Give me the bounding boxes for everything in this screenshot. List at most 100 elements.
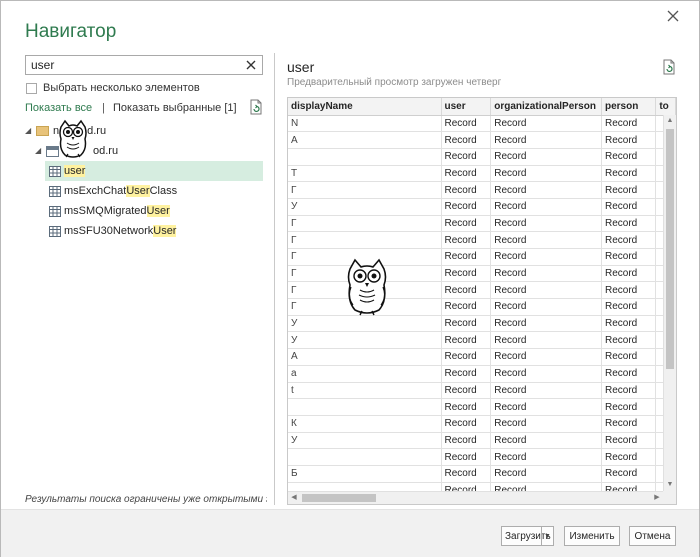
cell-record[interactable]: Record [601,415,657,433]
cell-record[interactable]: Record [490,398,602,416]
cell-record[interactable]: Record [441,398,492,416]
cell-record[interactable]: Record [441,165,492,183]
cell-displayname[interactable]: Г [288,181,442,199]
cell-record[interactable]: Record [490,348,602,366]
show-all-link[interactable]: Показать все [25,102,92,114]
table-row[interactable]: RecordRecordRecord [288,398,676,416]
cell-record[interactable]: Record [601,398,657,416]
cell-record[interactable]: Record [601,231,657,249]
cell-record[interactable]: Record [441,415,492,433]
load-options-dropdown-icon[interactable]: ▼ [541,527,553,545]
cell-record[interactable]: Record [441,465,492,483]
search-box[interactable] [25,55,263,75]
cell-record[interactable]: Record [601,181,657,199]
column-header-organizationalperson[interactable]: organizationalPerson [490,98,602,116]
table-row[interactable]: RecordRecordRecord [288,448,676,466]
table-row[interactable]: RecordRecordRecord [288,148,676,166]
cell-record[interactable]: Record [490,131,602,149]
cell-record[interactable]: Record [441,198,492,216]
cell-record[interactable]: Record [601,348,657,366]
cell-displayname[interactable]: N [288,115,442,133]
collapse-arrow-icon[interactable]: ◢ [25,127,33,135]
clear-search-icon[interactable] [244,58,258,72]
scroll-up-icon[interactable]: ▲ [664,115,676,127]
tree-item-mssfu30networkuser[interactable]: msSFU30Network User [45,221,263,241]
load-button[interactable]: Загрузить ▼ [501,526,554,546]
tree-item-mssmqmigrateduser[interactable]: msSMQMigrated User [45,201,263,221]
cell-record[interactable]: Record [441,298,492,316]
table-row[interactable]: К Record Record Record [288,415,676,433]
refresh-icon[interactable] [249,99,263,115]
cell-displayname[interactable] [288,148,442,166]
cell-record[interactable]: Record [441,248,492,266]
cell-record[interactable]: Record [490,331,602,350]
cell-record[interactable]: Record [601,281,657,300]
cell-record[interactable]: Record [490,432,602,450]
cell-record[interactable]: Record [490,165,602,183]
multi-select-checkbox[interactable] [26,82,37,94]
scroll-left-icon[interactable]: ◀ [288,492,300,504]
tree-item-user[interactable]: user [45,161,263,181]
cell-displayname[interactable]: Г [288,231,442,249]
vertical-scroll-thumb[interactable] [666,129,674,369]
tree-item-msexchchatuserclass[interactable]: msExchChat User Class [45,181,263,201]
tree-node-server[interactable]: ◢ n d.ru [25,121,225,141]
cell-record[interactable]: Record [490,198,602,216]
cell-record[interactable]: Record [441,181,492,199]
cell-record[interactable]: Record [441,348,492,366]
cell-record[interactable]: Record [601,131,657,149]
table-row[interactable]: Г Record Record Record [288,215,676,233]
cell-record[interactable]: Record [441,131,492,149]
column-header-person[interactable]: person [601,98,657,116]
cell-displayname[interactable]: T [288,165,442,183]
cell-displayname[interactable]: а [288,365,442,383]
collapse-arrow-icon[interactable]: ◢ [35,147,43,155]
cell-record[interactable]: Record [601,365,657,383]
cell-record[interactable]: Record [601,432,657,450]
multi-select-toggle[interactable]: Выбрать несколько элементов [26,82,200,94]
horizontal-scroll-thumb[interactable] [302,494,376,502]
cell-record[interactable]: Record [441,432,492,450]
cell-record[interactable]: Record [601,215,657,233]
cell-displayname[interactable]: У [288,432,442,450]
cell-record[interactable]: Record [601,148,657,166]
cell-record[interactable]: Record [490,465,602,483]
cell-displayname[interactable]: У [288,198,442,216]
cell-record[interactable]: Record [490,415,602,433]
cell-record[interactable]: Record [441,148,492,166]
table-row[interactable]: Б Record Record Record [288,465,676,483]
cell-record[interactable]: Record [601,315,657,333]
cell-displayname[interactable]: У [288,315,442,333]
table-row[interactable]: У Record Record Record [288,315,676,333]
edit-button[interactable]: Изменить [564,526,620,546]
cell-record[interactable]: Record [601,248,657,266]
cell-record[interactable]: Record [490,382,602,400]
cell-displayname[interactable]: Б [288,465,442,483]
cell-record[interactable]: Record [601,115,657,133]
column-header-displayname[interactable]: displayName [288,98,442,116]
cell-record[interactable]: Record [441,448,492,466]
cell-record[interactable]: Record [490,315,602,333]
show-selected-link[interactable]: Показать выбранные [1] [113,102,237,114]
pane-divider[interactable] [274,53,275,505]
cell-record[interactable]: Record [441,265,492,283]
cell-record[interactable]: Record [490,231,602,249]
cancel-button[interactable]: Отмена [629,526,676,546]
table-row[interactable]: Г Record Record Record [288,181,676,199]
cell-record[interactable]: Record [490,448,602,466]
cell-displayname[interactable]: A [288,131,442,149]
cell-record[interactable]: Record [441,331,492,350]
table-row[interactable]: А Record Record Record [288,348,676,366]
horizontal-scrollbar[interactable]: ◀ ▶ [288,491,663,504]
cell-record[interactable]: Record [601,165,657,183]
cell-record[interactable]: Record [441,365,492,383]
cell-record[interactable]: Record [490,265,602,283]
column-header-user[interactable]: user [441,98,492,116]
cell-record[interactable]: Record [441,215,492,233]
cell-record[interactable]: Record [490,115,602,133]
table-row[interactable]: N Record Record Record [288,115,676,133]
table-row[interactable]: A Record Record Record [288,131,676,149]
vertical-scrollbar[interactable]: ▲ ▼ [663,115,676,491]
cell-displayname[interactable] [288,448,442,466]
search-input[interactable] [26,56,236,74]
